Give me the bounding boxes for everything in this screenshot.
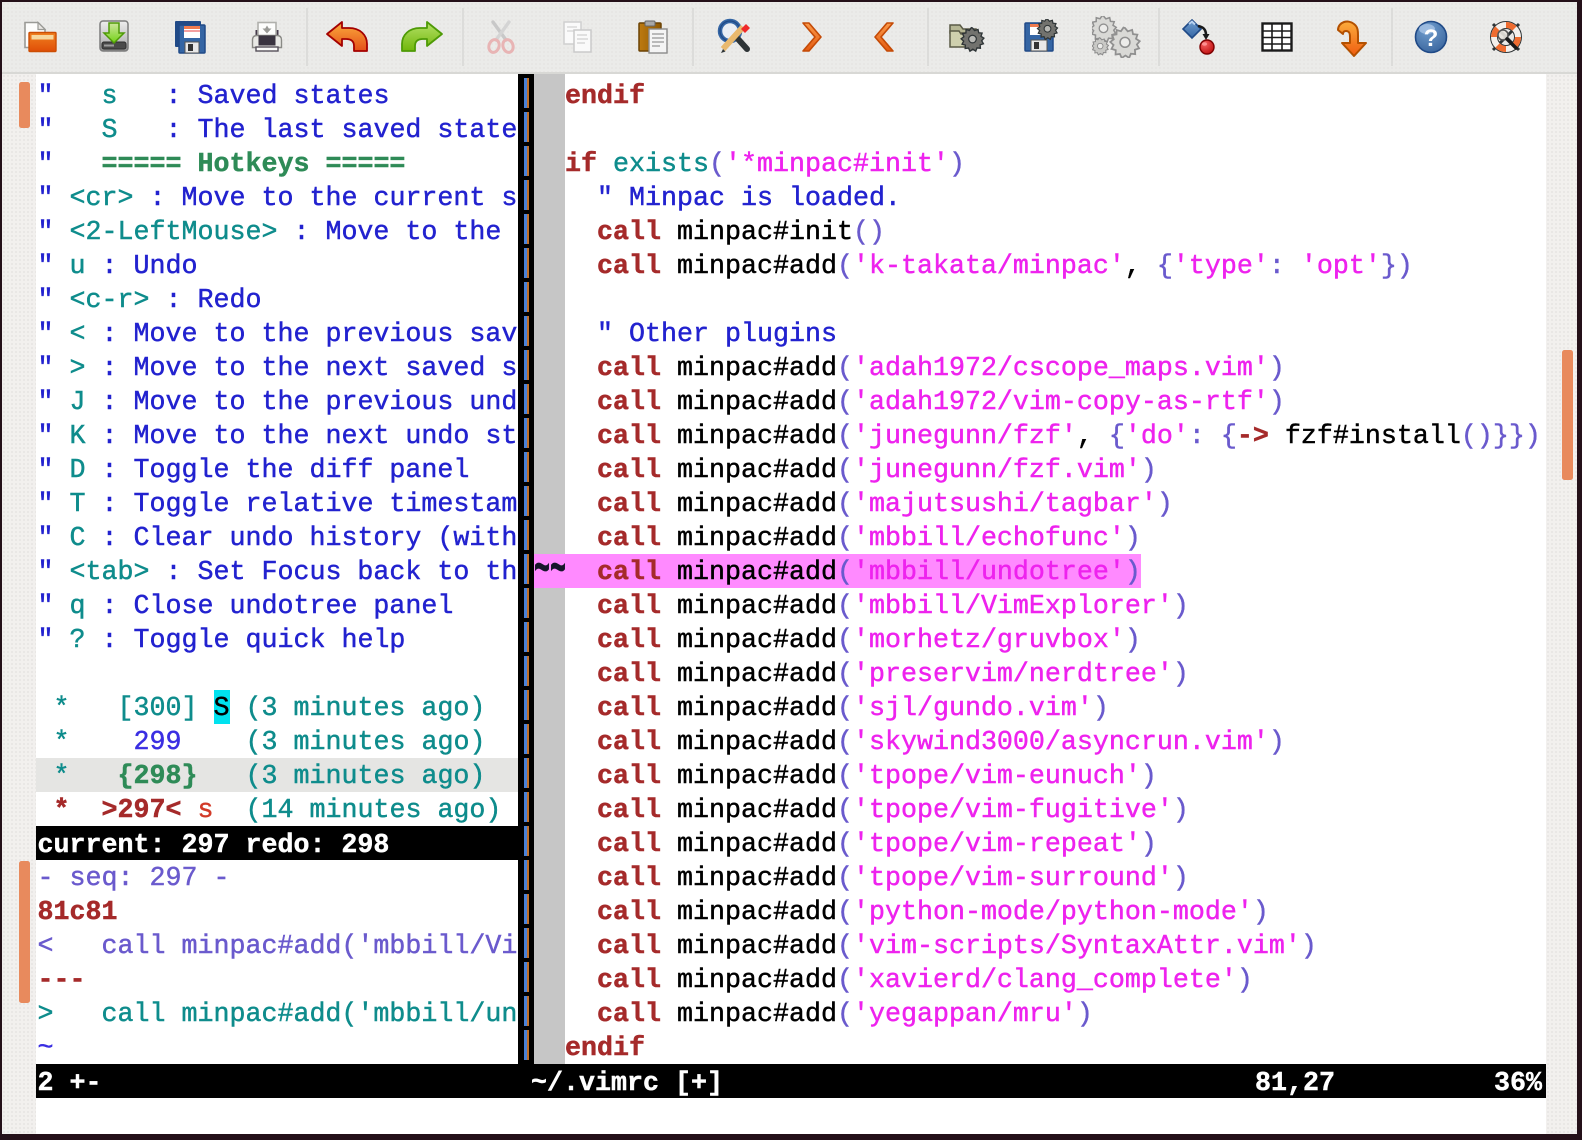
svg-text:?: ? (1424, 25, 1439, 52)
